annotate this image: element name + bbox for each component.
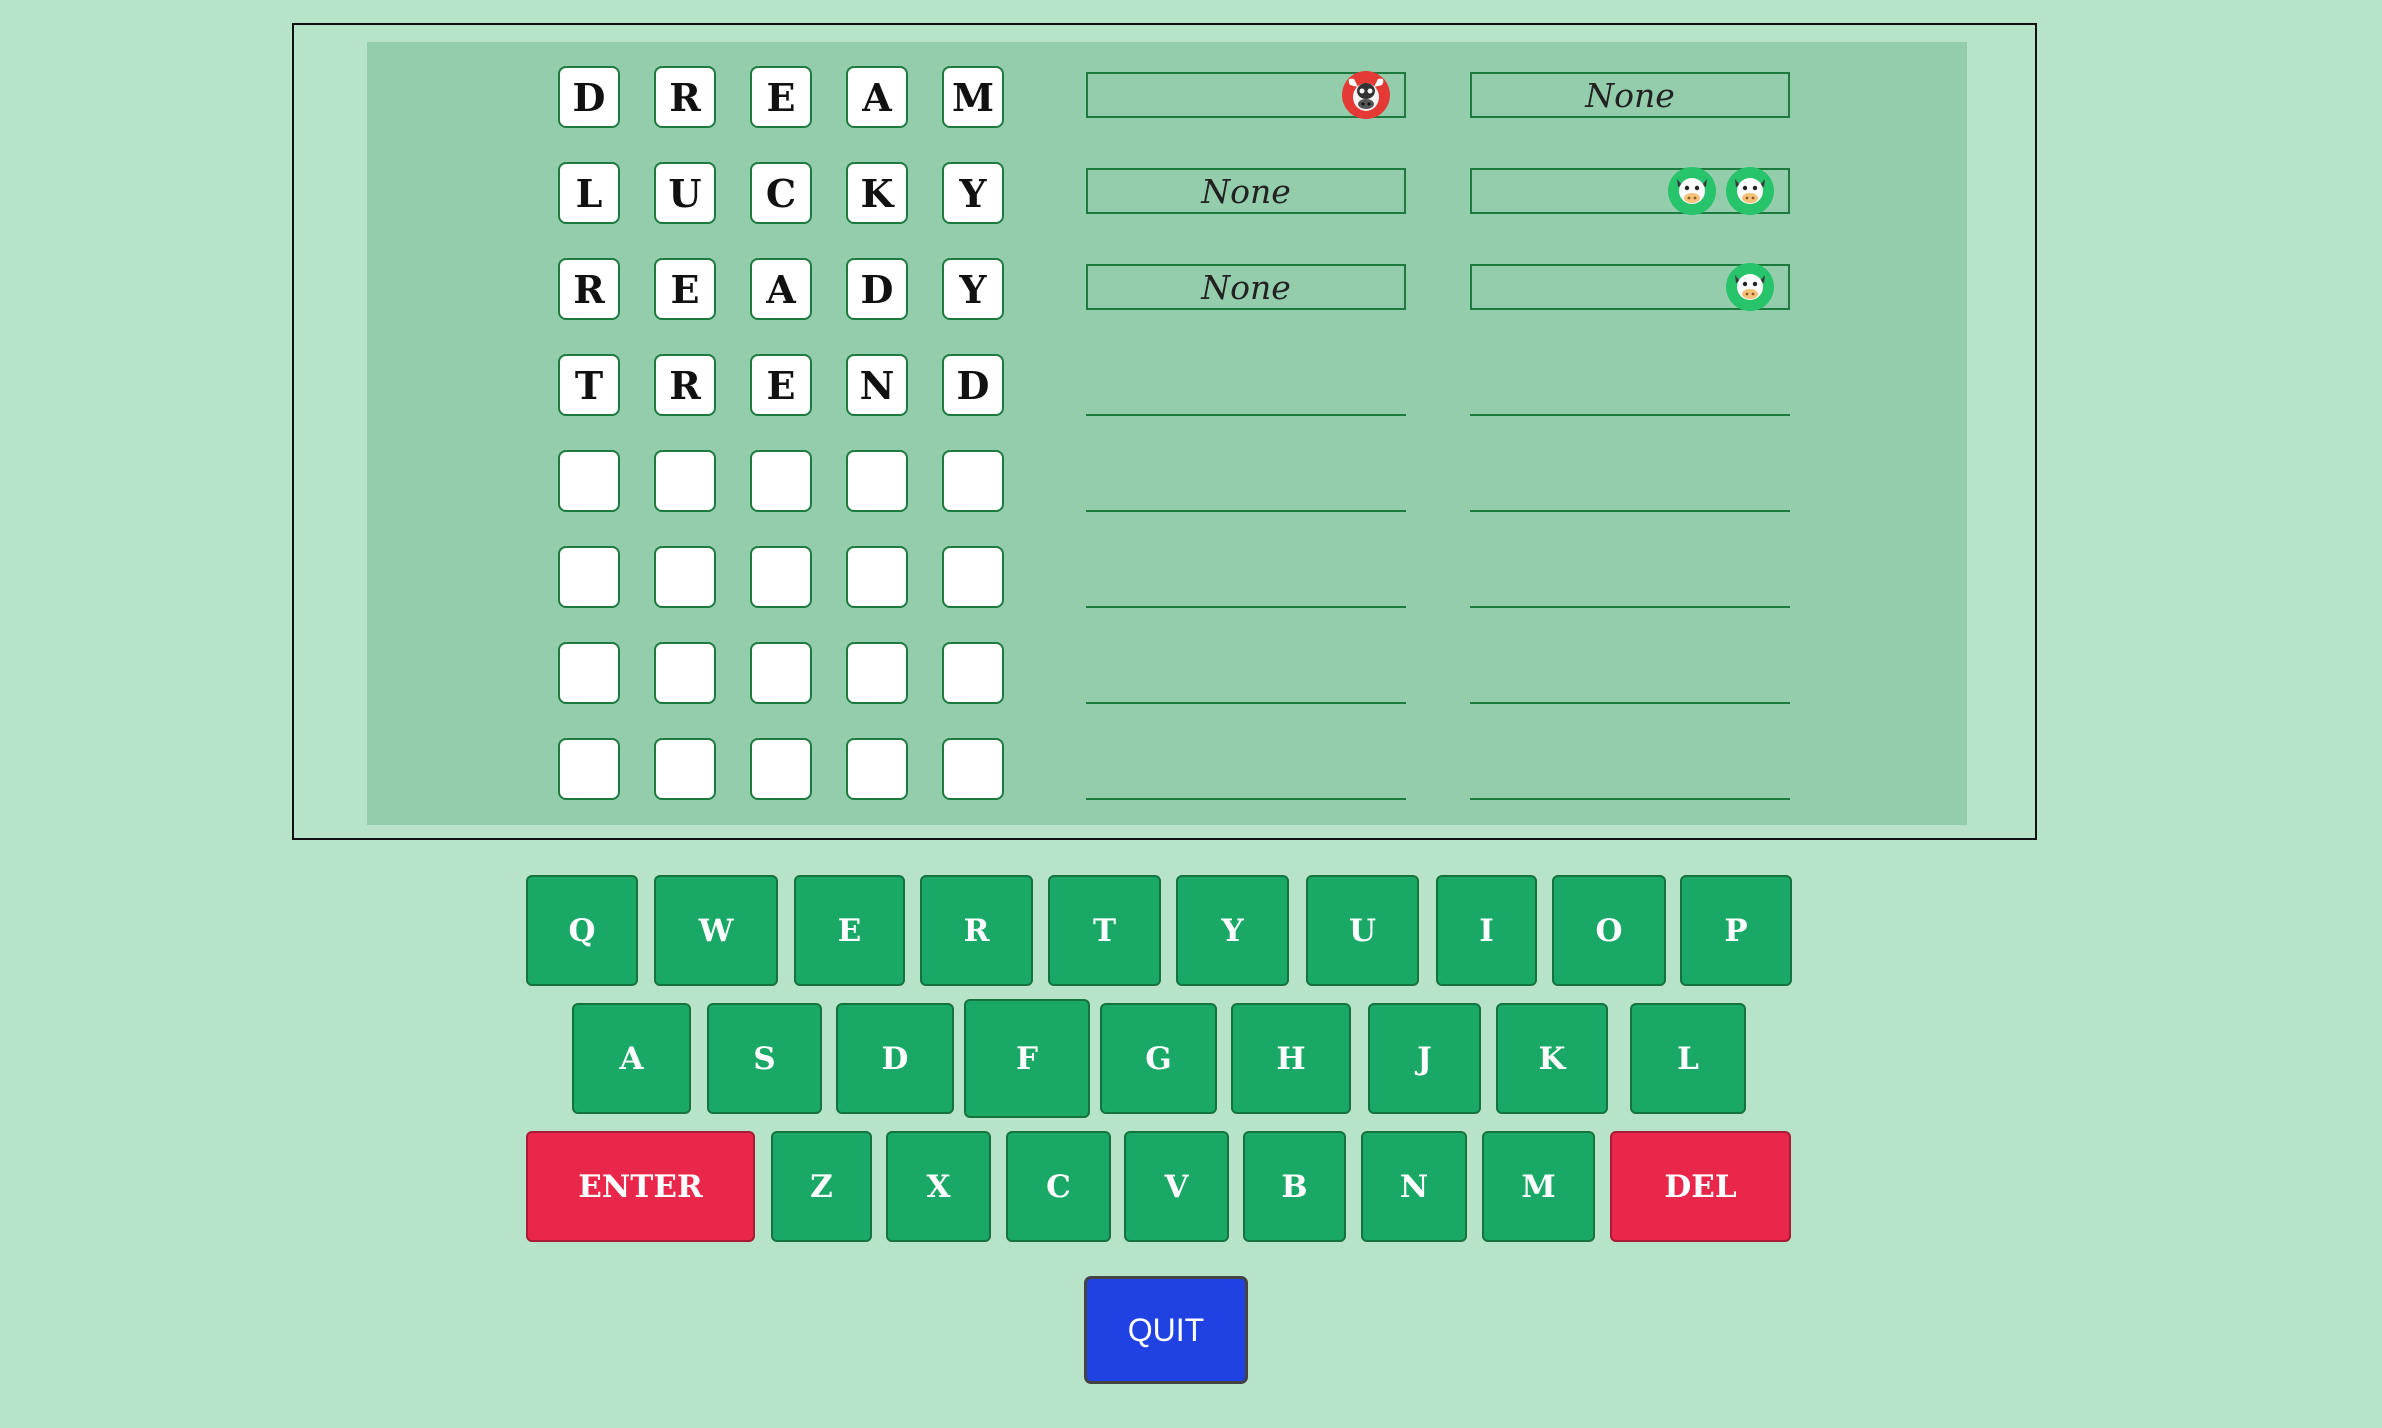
letter-tile (654, 642, 716, 704)
letter-tile: E (750, 354, 812, 416)
bulls-line (1086, 510, 1406, 512)
cows-line (1470, 798, 1790, 800)
key-x[interactable]: X (886, 1131, 991, 1242)
cow-icon (1726, 167, 1774, 215)
letter-tile: E (654, 258, 716, 320)
cows-feedback: None (1470, 72, 1790, 118)
bulls-line (1086, 798, 1406, 800)
letter-tile: U (654, 162, 716, 224)
letter-tile (654, 546, 716, 608)
letter-tile (750, 450, 812, 512)
key-h[interactable]: H (1231, 1003, 1351, 1114)
key-o[interactable]: O (1552, 875, 1666, 986)
key-a[interactable]: A (572, 1003, 691, 1114)
key-t[interactable]: T (1048, 875, 1161, 986)
letter-tile: T (558, 354, 620, 416)
enter-key[interactable]: ENTER (526, 1131, 755, 1242)
letter-tile: D (942, 354, 1004, 416)
cows-line (1470, 414, 1790, 416)
letter-tile (846, 546, 908, 608)
key-z[interactable]: Z (771, 1131, 872, 1242)
letter-tile (654, 738, 716, 800)
bulls-line (1086, 606, 1406, 608)
game-board (292, 23, 2037, 840)
key-i[interactable]: I (1436, 875, 1537, 986)
cows-line (1470, 702, 1790, 704)
bulls-feedback (1086, 71, 1406, 119)
letter-tile: M (942, 66, 1004, 128)
letter-tile (942, 642, 1004, 704)
letter-tile: D (558, 66, 620, 128)
bulls-feedback-text: None (1201, 267, 1291, 307)
letter-tile: N (846, 354, 908, 416)
cows-icons (1726, 263, 1774, 311)
bull-icon (1342, 71, 1390, 119)
letter-tile (942, 450, 1004, 512)
letter-tile: A (750, 258, 812, 320)
key-y[interactable]: Y (1176, 875, 1289, 986)
cows-line (1470, 510, 1790, 512)
cows-icons (1668, 167, 1774, 215)
letter-tile: R (654, 354, 716, 416)
key-m[interactable]: M (1482, 1131, 1595, 1242)
key-n[interactable]: N (1361, 1131, 1467, 1242)
key-u[interactable]: U (1306, 875, 1419, 986)
letter-tile: A (846, 66, 908, 128)
letter-tile (750, 738, 812, 800)
key-b[interactable]: B (1243, 1131, 1346, 1242)
cows-feedback (1470, 167, 1790, 215)
letter-tile: Y (942, 162, 1004, 224)
bulls-feedback: None (1086, 168, 1406, 214)
bulls-icons (1342, 71, 1390, 119)
letter-tile: R (654, 66, 716, 128)
key-q[interactable]: Q (526, 875, 638, 986)
key-p[interactable]: P (1680, 875, 1792, 986)
bulls-line (1086, 702, 1406, 704)
letter-tile: L (558, 162, 620, 224)
letter-tile: D (846, 258, 908, 320)
key-f[interactable]: F (964, 999, 1090, 1118)
bulls-feedback: None (1086, 264, 1406, 310)
letter-tile (654, 450, 716, 512)
guess-grid (367, 42, 1967, 825)
quit-button[interactable]: QUIT (1084, 1276, 1248, 1384)
letter-tile (942, 546, 1004, 608)
key-c[interactable]: C (1006, 1131, 1111, 1242)
letter-tile: E (750, 66, 812, 128)
letter-tile (558, 738, 620, 800)
key-s[interactable]: S (707, 1003, 822, 1114)
letter-tile (942, 738, 1004, 800)
letter-tile (558, 546, 620, 608)
key-v[interactable]: V (1124, 1131, 1229, 1242)
key-w[interactable]: W (654, 875, 778, 986)
key-l[interactable]: L (1630, 1003, 1746, 1114)
key-e[interactable]: E (794, 875, 905, 986)
cows-feedback-text: None (1585, 75, 1675, 115)
letter-tile (750, 642, 812, 704)
key-k[interactable]: K (1496, 1003, 1608, 1114)
letter-tile (846, 738, 908, 800)
cows-feedback (1470, 263, 1790, 311)
letter-tile: K (846, 162, 908, 224)
letter-tile (558, 450, 620, 512)
key-j[interactable]: J (1368, 1003, 1481, 1114)
bulls-line (1086, 414, 1406, 416)
key-r[interactable]: R (920, 875, 1033, 986)
bulls-feedback-text: None (1201, 171, 1291, 211)
cow-icon (1726, 263, 1774, 311)
letter-tile (558, 642, 620, 704)
letter-tile (846, 642, 908, 704)
key-g[interactable]: G (1100, 1003, 1217, 1114)
key-d[interactable]: D (836, 1003, 954, 1114)
letter-tile (846, 450, 908, 512)
letter-tile: Y (942, 258, 1004, 320)
delete-key[interactable]: DEL (1610, 1131, 1791, 1242)
cows-line (1470, 606, 1790, 608)
letter-tile (750, 546, 812, 608)
cow-icon (1668, 167, 1716, 215)
letter-tile: R (558, 258, 620, 320)
letter-tile: C (750, 162, 812, 224)
